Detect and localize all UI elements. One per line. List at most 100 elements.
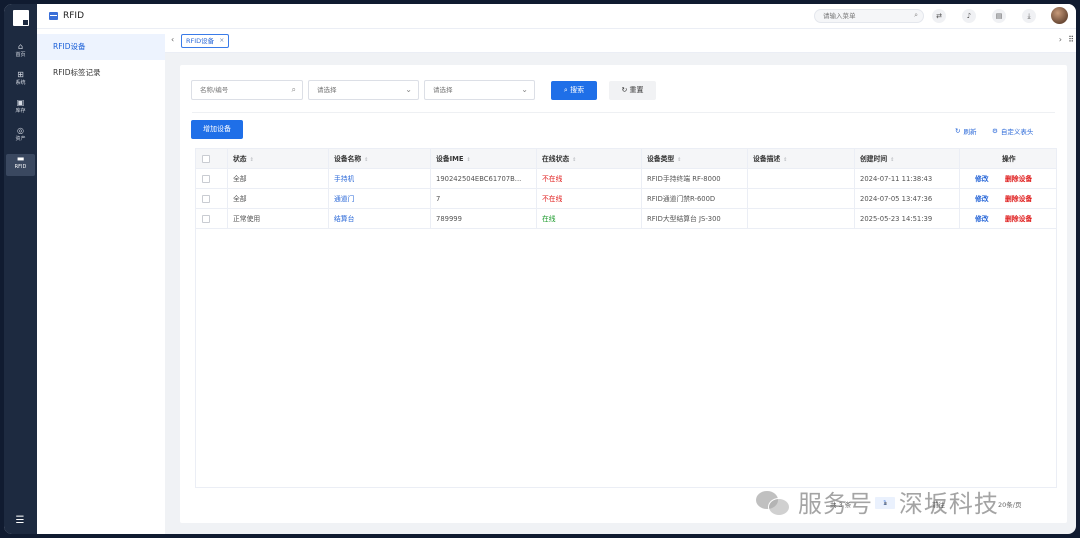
select-input[interactable] — [317, 81, 397, 99]
grid-icon: ⊞ — [17, 70, 24, 79]
table-row: 正常使用 结算台 789999 在线 RFID大型结算台 JS-300 2025… — [196, 209, 1056, 229]
custom-header-label: 自定义表头 — [1000, 128, 1034, 136]
add-device-button[interactable]: 增加设备 — [191, 120, 243, 139]
search-icon: ⌕ — [914, 11, 918, 19]
table-row: 全部 手持机 190242504EBC61707B... 不在线 RFID手持终… — [196, 169, 1056, 189]
column-device-name[interactable]: 设备名称 ⇕ — [334, 149, 368, 170]
cell-device-name[interactable]: 结算台 — [334, 209, 354, 229]
column-device-desc[interactable]: 设备描述 ⇕ — [753, 149, 787, 170]
chevron-left-icon[interactable]: ‹ — [171, 35, 174, 44]
cell-device-ime: 190242504EBC61707B... — [436, 175, 522, 183]
delete-button[interactable]: 删除设备 — [1005, 209, 1032, 229]
menu-search-input[interactable] — [823, 10, 911, 22]
watermark: 服务号 · 深坂科技 — [756, 484, 999, 519]
grid-menu-icon[interactable]: ⠿ — [1068, 35, 1074, 44]
cell-device-name[interactable]: 手持机 — [334, 169, 354, 189]
delete-button[interactable]: 删除设备 — [1005, 169, 1032, 189]
rail-item-rfid[interactable]: ▬ RFID — [6, 154, 35, 176]
chevron-right-icon[interactable]: › — [1059, 35, 1062, 44]
refresh-icon: ↻ — [955, 127, 961, 135]
column-device-ime[interactable]: 设备IME ⇕ — [436, 149, 471, 170]
cell-status: 全部 — [233, 175, 247, 183]
tag-rfid-devices[interactable]: RFID设备 × — [181, 34, 230, 48]
sort-icon: ⇕ — [890, 157, 895, 163]
sort-icon: ⇕ — [572, 157, 577, 163]
cell-created-time: 2024-07-11 11:38:43 — [860, 175, 933, 183]
subnav-item-rfid-tag-records[interactable]: RFID标签记录 — [37, 60, 165, 86]
select-filter-2[interactable]: ⌄ — [424, 80, 535, 100]
rail-label: 库存 — [15, 108, 26, 114]
column-created-time[interactable]: 创建时间 ⇕ — [860, 149, 894, 170]
main-card: ⌕ ⌄ ⌄ ⌕ 搜索 ↻ 重置 增加设备 ↻刷新 ⚙自定义表头 状态⇕ — [180, 65, 1067, 523]
column-status[interactable]: 状态 ⇕ — [233, 149, 254, 170]
box-icon: ▣ — [16, 98, 25, 107]
edit-button[interactable]: 修改 — [975, 209, 989, 229]
target-icon: ◎ — [17, 126, 24, 135]
select-filter-1[interactable]: ⌄ — [308, 80, 419, 100]
column-online-status[interactable]: 在线状态 ⇕ — [542, 149, 576, 170]
divider — [192, 112, 1055, 113]
rail-item-inventory[interactable]: ▣ 库存 — [6, 98, 35, 120]
close-icon[interactable]: × — [219, 35, 224, 47]
select-all-checkbox[interactable] — [202, 155, 210, 163]
search-button[interactable]: ⌕ 搜索 — [551, 81, 597, 100]
search-icon: ⌕ — [291, 85, 296, 94]
refresh-icon: ↻ — [621, 86, 630, 94]
cell-online-status: 不在线 — [542, 195, 563, 203]
subnav-item-rfid-devices[interactable]: RFID设备 — [37, 34, 165, 60]
refresh-button[interactable]: ↻ 刷新 — [955, 126, 976, 136]
row-checkbox[interactable] — [202, 195, 210, 203]
sort-icon: ⇕ — [783, 157, 788, 163]
name-input[interactable] — [200, 81, 280, 99]
column-device-type[interactable]: 设备类型 ⇕ — [647, 149, 681, 170]
menu-toggle-icon[interactable]: ☰ — [13, 516, 27, 526]
reset-button-label: 重置 — [629, 86, 644, 94]
row-checkbox[interactable] — [202, 215, 210, 223]
app-window: ⌂ 首页 ⊞ 系统 ▣ 库存 ◎ 资产 ▬ RFID ☰ RFID ⌕ ⇄ — [4, 4, 1076, 534]
rail-item-assets[interactable]: ◎ 资产 — [6, 126, 35, 148]
cell-status: 正常使用 — [233, 215, 261, 223]
search-button-label: 搜索 — [570, 86, 585, 94]
card-icon: ▬ — [16, 154, 25, 163]
bell-icon[interactable]: ♪ — [962, 9, 976, 23]
cell-online-status: 在线 — [542, 215, 556, 223]
reset-button[interactable]: ↻ 重置 — [609, 81, 656, 100]
cell-device-name[interactable]: 通道门 — [334, 189, 354, 209]
delete-button[interactable]: 删除设备 — [1005, 189, 1032, 209]
cell-online-status: 不在线 — [542, 175, 563, 183]
select-input[interactable] — [433, 81, 513, 99]
menu-search[interactable]: ⌕ — [814, 9, 924, 23]
edit-button[interactable]: 修改 — [975, 189, 989, 209]
cell-device-type: RFID通道门禁R-600D — [647, 195, 716, 203]
avatar[interactable] — [1051, 7, 1068, 24]
rail-item-home[interactable]: ⌂ 首页 — [6, 42, 35, 64]
top-bar: RFID ⌕ ⇄ ♪ ▤ ⤓ — [37, 4, 1076, 29]
sort-icon: ⇕ — [364, 157, 369, 163]
app-title: RFID — [63, 11, 85, 21]
tag-label: RFID设备 — [186, 37, 215, 45]
column-actions: 操作 — [1002, 155, 1016, 163]
screen-frame: ⌂ 首页 ⊞ 系统 ▣ 库存 ◎ 资产 ▬ RFID ☰ RFID ⌕ ⇄ — [0, 0, 1080, 538]
cell-device-ime: 7 — [436, 195, 441, 203]
gear-icon: ⚙ — [992, 127, 998, 135]
sort-icon: ⇕ — [249, 157, 254, 163]
tags-bar: ‹ RFID设备 × › ⠿ — [165, 29, 1076, 53]
translate-icon[interactable]: ⇄ — [932, 9, 946, 23]
row-checkbox[interactable] — [202, 175, 210, 183]
rail-label: 首页 — [15, 52, 26, 58]
app-logo — [13, 10, 29, 26]
document-icon[interactable]: ▤ — [992, 9, 1006, 23]
pager-size-select[interactable]: 20条/页 — [998, 499, 1021, 509]
table-row: 全部 通道门 7 不在线 RFID通道门禁R-600D 2024-07-05 1… — [196, 189, 1056, 209]
sort-icon: ⇕ — [677, 157, 682, 163]
cell-status: 全部 — [233, 195, 247, 203]
cell-created-time: 2025-05-23 14:51:39 — [860, 215, 933, 223]
left-rail: ⌂ 首页 ⊞ 系统 ▣ 库存 ◎ 资产 ▬ RFID ☰ — [4, 4, 37, 534]
watermark-text: 服务号 · 深坂科技 — [798, 490, 999, 518]
name-filter[interactable]: ⌕ — [191, 80, 303, 100]
edit-button[interactable]: 修改 — [975, 169, 989, 189]
rail-item-system[interactable]: ⊞ 系统 — [6, 70, 35, 92]
download-icon[interactable]: ⤓ — [1022, 9, 1036, 23]
custom-header-button[interactable]: ⚙ 自定义表头 — [992, 126, 1033, 136]
chevron-down-icon: ⌄ — [405, 85, 412, 94]
